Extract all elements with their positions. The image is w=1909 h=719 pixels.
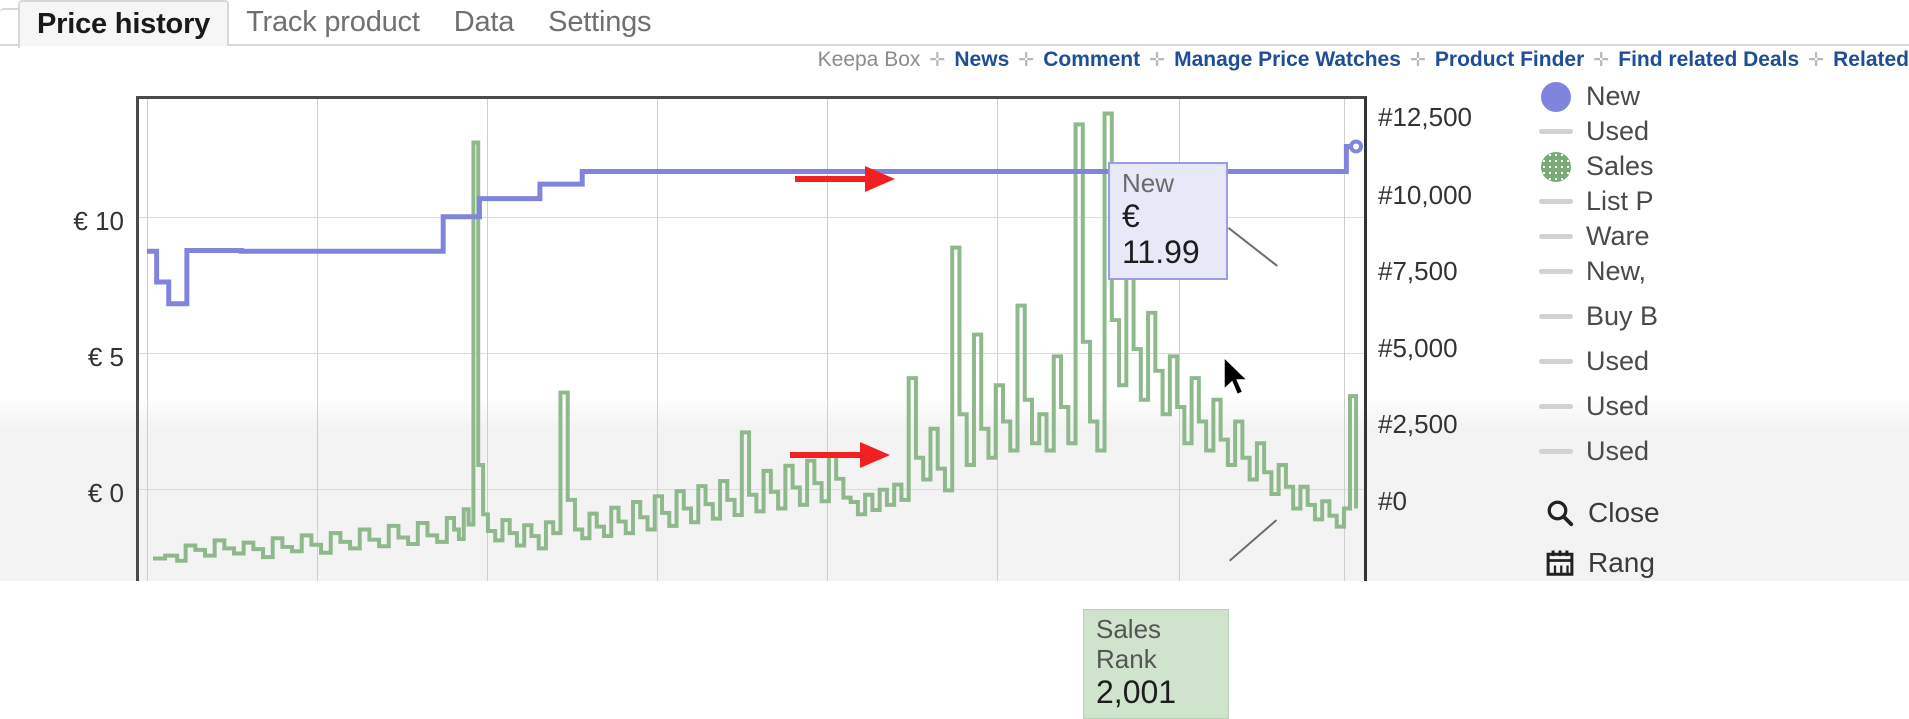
legend-label-used: Used (1586, 116, 1650, 146)
legend-label-list-price: List P (1586, 186, 1654, 216)
legend-item-buy-box[interactable]: Buy B (1536, 299, 1909, 334)
legend-marker-sales-rank-icon (1536, 151, 1576, 182)
keepa-nav-row: Keepa Box ✛ News ✛ Comment ✛ Manage Pric… (0, 46, 1909, 74)
tool-close-label: Close (1588, 497, 1660, 528)
legend-item-used[interactable]: Used (1536, 114, 1909, 149)
nav-link-manage-price-watches[interactable]: Manage Price Watches (1174, 48, 1401, 72)
nav-link-news[interactable]: News (954, 48, 1009, 72)
tab-list: Price history Track product Data Setting… (18, 0, 668, 46)
tool-close[interactable]: Close (1536, 488, 1909, 538)
nav-separator-icon-2: ✛ (1018, 49, 1035, 71)
new-price-end-marker (1349, 139, 1364, 154)
tab-bar-stub (0, 8, 20, 48)
nav-separator-icon-6: ✛ (1808, 49, 1825, 71)
keepa-nav-links: Keepa Box ✛ News ✛ Comment ✛ Manage Pric… (818, 48, 1909, 72)
nav-separator-icon-1: ✛ (929, 49, 946, 71)
left-axis-tick-10: € 10 (73, 206, 124, 236)
legend-item-used-like-new[interactable]: Used (1536, 344, 1909, 379)
annotation-arrow-new-icon (795, 166, 895, 192)
legend-item-sales-rank[interactable]: Sales (1536, 149, 1909, 184)
keepa-price-history-panel: Price history Track product Data Setting… (0, 0, 1909, 719)
right-axis-tick-5000: #5,000 (1378, 333, 1458, 363)
legend-marker-warehouse-icon (1536, 234, 1576, 239)
legend-label-new-fba: New, (1586, 256, 1647, 286)
legend-marker-used-good-icon (1536, 449, 1576, 454)
calendar-icon (1536, 548, 1584, 578)
legend-item-new-fba[interactable]: New, (1536, 254, 1909, 289)
tab-settings-label: Settings (548, 5, 652, 38)
legend-item-new[interactable]: New (1536, 79, 1909, 114)
legend-marker-list-price-icon (1536, 199, 1576, 204)
nav-separator-icon-3: ✛ (1149, 49, 1166, 71)
legend-marker-new-icon (1536, 81, 1576, 112)
nav-link-comment[interactable]: Comment (1043, 48, 1140, 72)
legend-label-used-very-good: Used (1586, 391, 1650, 421)
new-price-tooltip-value: € 11.99 (1122, 198, 1200, 270)
legend-label-sales-rank: Sales (1586, 151, 1654, 181)
sales-rank-tooltip: Sales Rank 2,001 (1083, 609, 1229, 719)
sales-rank-tooltip-value: 2,001 (1096, 674, 1177, 710)
nav-separator-icon-4: ✛ (1409, 49, 1426, 71)
tab-settings[interactable]: Settings (531, 0, 668, 44)
keepa-box-label: Keepa Box (817, 48, 921, 71)
legend-label-buy-box: Buy B (1586, 301, 1659, 331)
annotation-arrow-rank-icon (790, 442, 890, 468)
tool-range-label: Rang (1588, 547, 1655, 578)
right-axis: #12,500 #10,000 #7,500 #5,000 #2,500 #0 (1378, 96, 1528, 581)
tab-data[interactable]: Data (437, 0, 531, 44)
new-price-tooltip: New € 11.99 (1108, 162, 1228, 280)
legend-label-used-good: Used (1586, 436, 1650, 466)
new-price-tooltip-title: New (1122, 168, 1175, 198)
right-axis-tick-0: #0 (1378, 486, 1407, 516)
legend-label-new: New (1586, 81, 1641, 111)
chart-legend: New Used Sales List P Ware New, Buy B Us… (1536, 79, 1909, 469)
tab-track-product-label: Track product (246, 5, 420, 38)
legend-label-warehouse: Ware (1586, 221, 1650, 251)
right-axis-tick-10000: #10,000 (1378, 180, 1472, 210)
mouse-cursor-icon (1223, 356, 1250, 396)
legend-item-used-very-good[interactable]: Used (1536, 389, 1909, 424)
tab-bar: Price history Track product Data Setting… (0, 0, 1909, 48)
price-history-chart: € 10 € 5 € 0 #12,500 #10,000 #7,500 #5,0… (0, 74, 1909, 719)
legend-item-used-good[interactable]: Used (1536, 434, 1909, 469)
left-axis-tick-0: € 0 (87, 478, 124, 508)
right-axis-tick-12500: #12,500 (1378, 102, 1472, 132)
right-axis-tick-7500: #7,500 (1378, 256, 1458, 286)
tab-price-history-label: Price history (37, 7, 211, 40)
legend-item-warehouse[interactable]: Ware (1536, 219, 1909, 254)
chart-tools: Close Rang (1536, 488, 1909, 588)
legend-marker-buy-box-icon (1536, 314, 1576, 319)
legend-marker-used-icon (1536, 129, 1576, 134)
nav-link-find-related-deals[interactable]: Find related Deals (1618, 48, 1799, 72)
legend-marker-used-very-good-icon (1536, 404, 1576, 409)
tab-price-history[interactable]: Price history (18, 0, 230, 46)
legend-label-used-like-new: Used (1586, 346, 1650, 376)
nav-link-related[interactable]: Related (1833, 48, 1909, 72)
legend-marker-new-fba-icon (1536, 269, 1576, 274)
search-icon (1536, 498, 1584, 528)
nav-link-product-finder[interactable]: Product Finder (1435, 48, 1584, 72)
nav-separator-icon-5: ✛ (1593, 49, 1610, 71)
left-axis: € 10 € 5 € 0 (0, 96, 124, 581)
tab-track-product[interactable]: Track product (229, 0, 437, 44)
sales-rank-tooltip-title: Sales Rank (1096, 614, 1162, 674)
legend-item-list-price[interactable]: List P (1536, 184, 1909, 219)
right-axis-tick-2500: #2,500 (1378, 409, 1458, 439)
legend-marker-used-like-new-icon (1536, 359, 1576, 364)
left-axis-tick-5: € 5 (87, 342, 124, 372)
tab-data-label: Data (453, 5, 515, 38)
